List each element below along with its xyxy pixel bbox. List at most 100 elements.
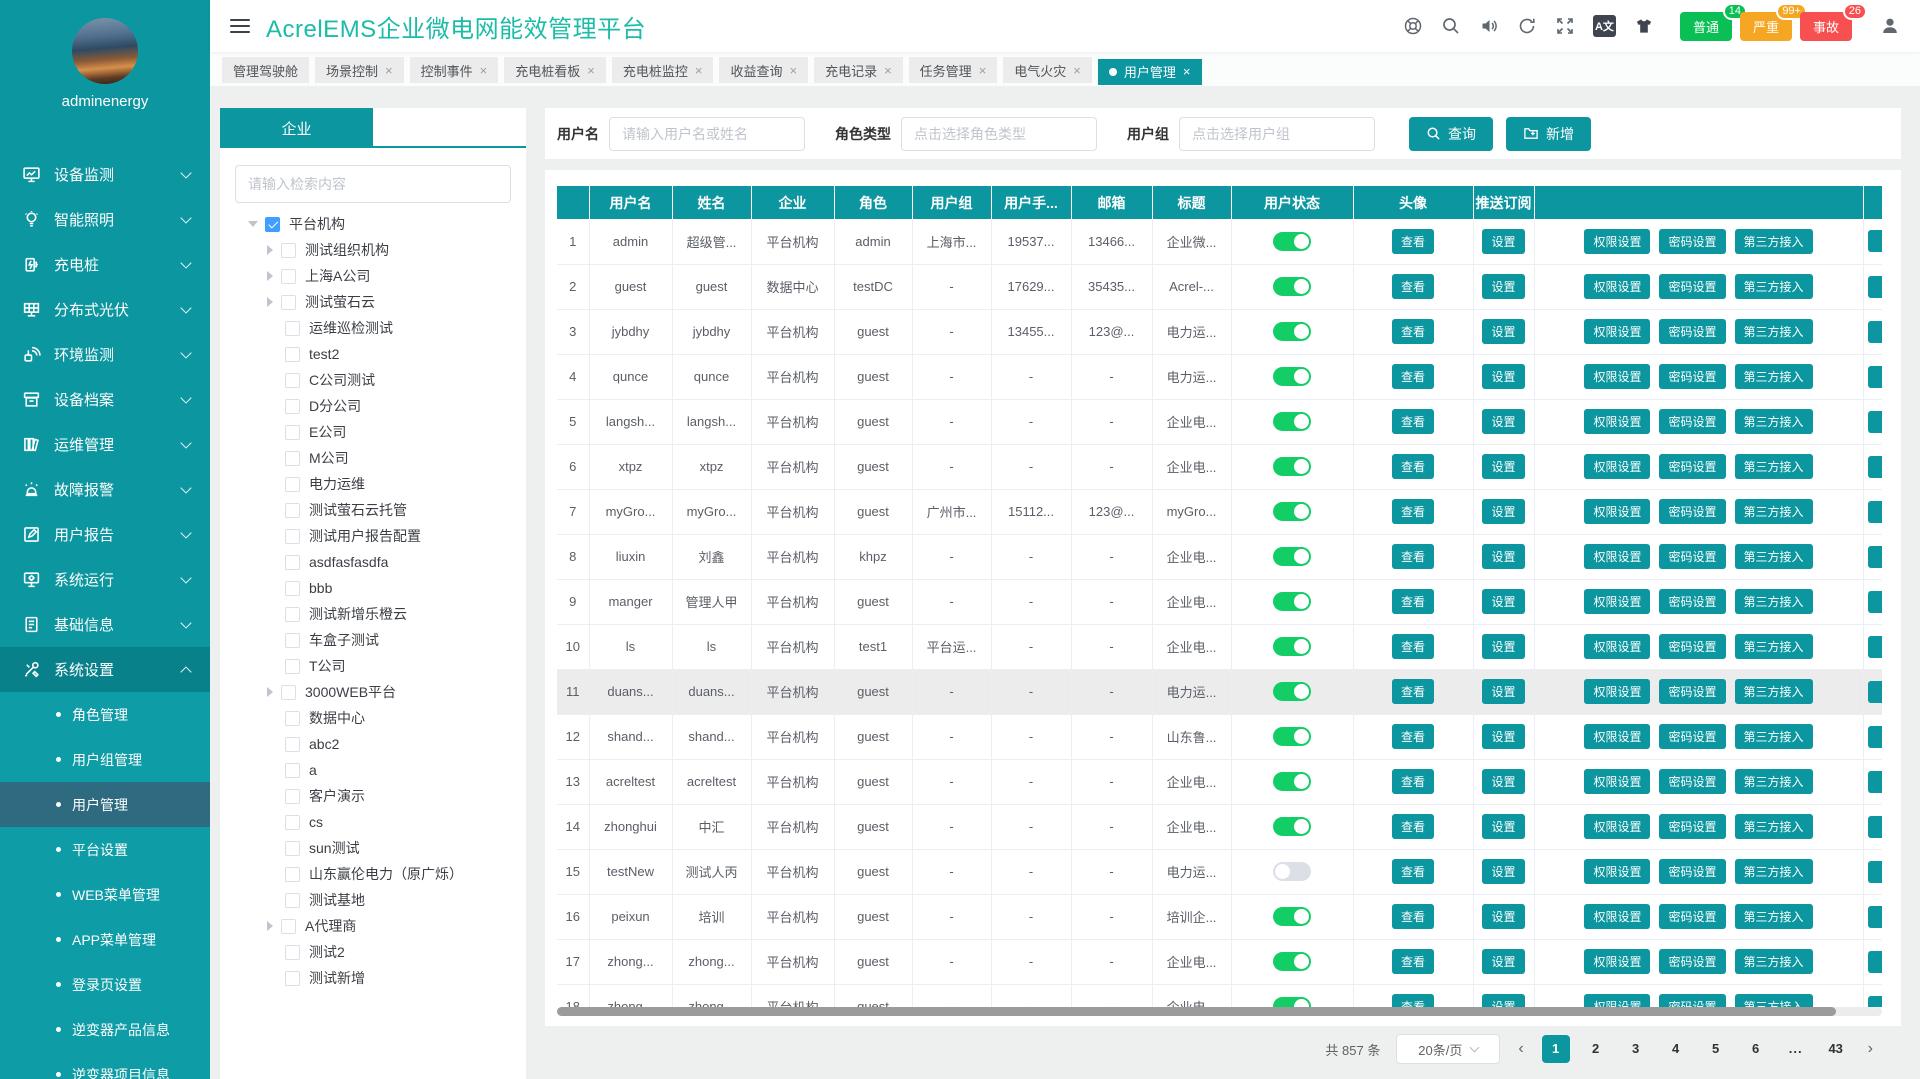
sidebar-item-system-running[interactable]: 系统运行 bbox=[0, 557, 210, 602]
view-button[interactable]: 查看 bbox=[1392, 229, 1434, 254]
tree-node[interactable]: 测试用户报告配置 bbox=[220, 523, 526, 549]
permission-button[interactable]: 权限设置 bbox=[1584, 904, 1650, 929]
thirdparty-button[interactable]: 第三方接入 bbox=[1735, 814, 1813, 839]
permission-button[interactable]: 权限设置 bbox=[1584, 544, 1650, 569]
set-button[interactable]: 设置 bbox=[1482, 364, 1524, 389]
thirdparty-button[interactable]: 第三方接入 bbox=[1735, 769, 1813, 794]
status-toggle[interactable] bbox=[1273, 952, 1311, 971]
checkbox[interactable] bbox=[285, 763, 300, 778]
help-icon[interactable] bbox=[1403, 16, 1423, 36]
permission-button[interactable]: 权限设置 bbox=[1584, 994, 1650, 1007]
table-row[interactable]: 1admin超级管...平台机构admin上海市...19537...13466… bbox=[557, 219, 1882, 264]
checkbox[interactable] bbox=[265, 217, 280, 232]
status-toggle[interactable] bbox=[1273, 502, 1311, 521]
submenu-item[interactable]: APP菜单管理 bbox=[0, 917, 210, 962]
thirdparty-button[interactable]: 第三方接入 bbox=[1735, 634, 1813, 659]
close-icon[interactable]: × bbox=[789, 63, 797, 78]
sidebar-item-fault-alarm[interactable]: 故障报警 bbox=[0, 467, 210, 512]
permission-button[interactable]: 权限设置 bbox=[1584, 859, 1650, 884]
sidebar-item-device-monitor[interactable]: 设备监测 bbox=[0, 152, 210, 197]
sidebar-item-device-archive[interactable]: 设备档案 bbox=[0, 377, 210, 422]
clipped-button[interactable] bbox=[1868, 276, 1883, 298]
table-row[interactable]: 10lsls平台机构test1平台运...--企业电...查看设置权限设置密码设… bbox=[557, 624, 1882, 669]
checkbox[interactable] bbox=[281, 295, 296, 310]
set-button[interactable]: 设置 bbox=[1482, 679, 1524, 704]
sidebar-item-system-settings[interactable]: 系统设置 bbox=[0, 647, 210, 692]
tree-node[interactable]: 测试萤石云 bbox=[220, 289, 526, 315]
role-filter-input[interactable] bbox=[901, 117, 1097, 151]
password-button[interactable]: 密码设置 bbox=[1659, 679, 1725, 704]
clipped-button[interactable] bbox=[1868, 951, 1883, 973]
submenu-item[interactable]: 平台设置 bbox=[0, 827, 210, 872]
group-filter-input[interactable] bbox=[1179, 117, 1375, 151]
checkbox[interactable] bbox=[285, 737, 300, 752]
thirdparty-button[interactable]: 第三方接入 bbox=[1735, 724, 1813, 749]
view-button[interactable]: 查看 bbox=[1392, 589, 1434, 614]
tab-3[interactable]: 充电桩看板× bbox=[504, 57, 606, 83]
set-button[interactable]: 设置 bbox=[1482, 859, 1524, 884]
view-button[interactable]: 查看 bbox=[1392, 364, 1434, 389]
tree-node[interactable]: 数据中心 bbox=[220, 705, 526, 731]
thirdparty-button[interactable]: 第三方接入 bbox=[1735, 409, 1813, 434]
permission-button[interactable]: 权限设置 bbox=[1584, 589, 1650, 614]
tab-0[interactable]: 管理驾驶舱 bbox=[222, 57, 309, 83]
view-button[interactable]: 查看 bbox=[1392, 544, 1434, 569]
tree-node[interactable]: cs bbox=[220, 809, 526, 835]
permission-button[interactable]: 权限设置 bbox=[1584, 769, 1650, 794]
close-icon[interactable]: × bbox=[695, 63, 703, 78]
password-button[interactable]: 密码设置 bbox=[1659, 274, 1725, 299]
close-icon[interactable]: × bbox=[385, 63, 393, 78]
submenu-item[interactable]: 角色管理 bbox=[0, 692, 210, 737]
checkbox[interactable] bbox=[281, 919, 296, 934]
tab-6[interactable]: 充电记录× bbox=[814, 57, 903, 83]
status-toggle[interactable] bbox=[1273, 907, 1311, 926]
table-row[interactable]: 9manger管理人甲平台机构guest---企业电...查看设置权限设置密码设… bbox=[557, 579, 1882, 624]
view-button[interactable]: 查看 bbox=[1392, 994, 1434, 1007]
theme-icon[interactable] bbox=[1634, 16, 1654, 36]
checkbox[interactable] bbox=[285, 451, 300, 466]
set-button[interactable]: 设置 bbox=[1482, 994, 1524, 1007]
close-icon[interactable]: × bbox=[480, 63, 488, 78]
thirdparty-button[interactable]: 第三方接入 bbox=[1735, 229, 1813, 254]
password-button[interactable]: 密码设置 bbox=[1659, 364, 1725, 389]
status-toggle[interactable] bbox=[1273, 862, 1311, 881]
view-button[interactable]: 查看 bbox=[1392, 499, 1434, 524]
caret-right-icon[interactable] bbox=[267, 921, 273, 931]
thirdparty-button[interactable]: 第三方接入 bbox=[1735, 589, 1813, 614]
tree-node[interactable]: 运维巡检测试 bbox=[220, 315, 526, 341]
tree-node[interactable]: asdfasfasdfa bbox=[220, 549, 526, 575]
submenu-item[interactable]: 逆变器项目信息 bbox=[0, 1052, 210, 1079]
checkbox[interactable] bbox=[285, 659, 300, 674]
submenu-item[interactable]: WEB菜单管理 bbox=[0, 872, 210, 917]
tree-node[interactable]: a bbox=[220, 757, 526, 783]
tree-node[interactable]: M公司 bbox=[220, 445, 526, 471]
tree-node[interactable]: D分公司 bbox=[220, 393, 526, 419]
checkbox[interactable] bbox=[285, 581, 300, 596]
next-page-button[interactable]: › bbox=[1866, 1040, 1875, 1058]
set-button[interactable]: 设置 bbox=[1482, 409, 1524, 434]
thirdparty-button[interactable]: 第三方接入 bbox=[1735, 859, 1813, 884]
table-row[interactable]: 13acreltestacreltest平台机构guest---企业电...查看… bbox=[557, 759, 1882, 804]
status-toggle[interactable] bbox=[1273, 817, 1311, 836]
clipped-button[interactable] bbox=[1868, 996, 1883, 1008]
checkbox[interactable] bbox=[285, 867, 300, 882]
sidebar-item-env-monitor[interactable]: 环境监测 bbox=[0, 332, 210, 377]
checkbox[interactable] bbox=[281, 685, 296, 700]
tab-4[interactable]: 充电桩监控× bbox=[612, 57, 714, 83]
clipped-button[interactable] bbox=[1868, 501, 1883, 523]
password-button[interactable]: 密码设置 bbox=[1659, 994, 1725, 1007]
thirdparty-button[interactable]: 第三方接入 bbox=[1735, 274, 1813, 299]
thirdparty-button[interactable]: 第三方接入 bbox=[1735, 499, 1813, 524]
password-button[interactable]: 密码设置 bbox=[1659, 319, 1725, 344]
clipped-button[interactable] bbox=[1868, 230, 1883, 252]
tab-2[interactable]: 控制事件× bbox=[410, 57, 499, 83]
tab-9[interactable]: 用户管理× bbox=[1098, 59, 1202, 85]
permission-button[interactable]: 权限设置 bbox=[1584, 229, 1650, 254]
permission-button[interactable]: 权限设置 bbox=[1584, 364, 1650, 389]
set-button[interactable]: 设置 bbox=[1482, 724, 1524, 749]
alarm-button-严重[interactable]: 严重99+ bbox=[1740, 12, 1792, 41]
prev-page-button[interactable]: ‹ bbox=[1516, 1040, 1525, 1058]
permission-button[interactable]: 权限设置 bbox=[1584, 724, 1650, 749]
submenu-item[interactable]: 用户管理 bbox=[0, 782, 210, 827]
tree-node[interactable]: 测试组织机构 bbox=[220, 237, 526, 263]
